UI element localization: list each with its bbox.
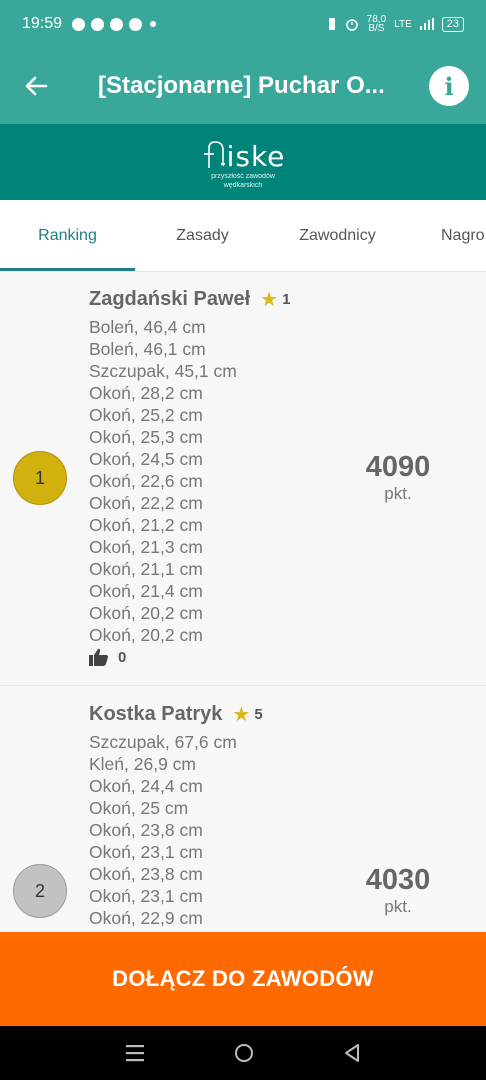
- catch-item: Okoń, 20,2 cm: [89, 603, 203, 623]
- star-count: 1: [282, 291, 291, 308]
- battery-icon: 23: [441, 16, 464, 32]
- tab-bar: Ranking Zasady Zawodnicy Nagro: [0, 200, 486, 272]
- catch-item: Okoń, 24,4 cm: [89, 776, 203, 796]
- catch-item: Szczupak, 45,1 cm: [89, 361, 237, 381]
- menu-icon[interactable]: [124, 1044, 146, 1062]
- alarm-icon: [345, 19, 358, 31]
- ranking-list[interactable]: 1 Zagdański Paweł ★ 1 Boleń, 46,4 cm Bol…: [0, 272, 486, 932]
- brand-tagline-1: przyszłość zawodów: [211, 173, 275, 180]
- score-value: 4030: [365, 864, 431, 896]
- arrow-left-icon: [25, 76, 48, 96]
- tab-nagrody[interactable]: Nagro: [405, 200, 486, 271]
- score: 4090 pkt.: [346, 450, 450, 504]
- score-unit: pkt.: [384, 484, 412, 503]
- chrome-icon: [110, 17, 124, 31]
- catch-item: Okoń, 24,5 cm: [89, 449, 203, 469]
- status-right: 78,0 B/S LTE 23: [327, 14, 464, 34]
- catch-item: Okoń, 28,2 cm: [89, 383, 203, 403]
- tab-zasady[interactable]: Zasady: [135, 200, 270, 271]
- catch-item: Okoń, 21,4 cm: [89, 581, 203, 601]
- page-title: [Stacjonarne] Puchar O...: [98, 72, 385, 99]
- catch-item: Okoń, 20,2 cm: [89, 625, 203, 645]
- info-button[interactable]: i: [429, 66, 469, 106]
- fishing-rod-icon: [203, 141, 225, 168]
- ranking-entry[interactable]: 1 Zagdański Paweł ★ 1 Boleń, 46,4 cm Bol…: [0, 272, 486, 686]
- tab-zawodnicy[interactable]: Zawodnicy: [270, 200, 405, 271]
- catch-item: Okoń, 25,2 cm: [89, 405, 203, 425]
- catch-list: Szczupak, 67,6 cm Kleń, 26,9 cm Okoń, 24…: [89, 731, 237, 929]
- ranking-entry[interactable]: 2 Kostka Patryk ★ 5 Szczupak, 67,6 cm Kl…: [0, 687, 486, 932]
- thumbs-up-icon: [89, 648, 108, 666]
- status-time: 19:59: [22, 15, 63, 32]
- info-icon: i: [444, 71, 454, 101]
- catch-item: Okoń, 23,8 cm: [89, 864, 203, 884]
- catch-item: Okoń, 23,1 cm: [89, 842, 203, 862]
- whatsapp-icon: [72, 17, 86, 31]
- more-notifications-icon: [150, 21, 157, 27]
- catch-item: Okoń, 25 cm: [89, 798, 189, 818]
- competitor-name: Zagdański Paweł ★ 1: [89, 288, 291, 311]
- back-triangle-icon[interactable]: [342, 1043, 362, 1063]
- score-value: 4090: [365, 451, 431, 483]
- rank-badge: 1: [13, 451, 67, 505]
- catch-list: Boleń, 46,4 cm Boleń, 46,1 cm Szczupak, …: [89, 316, 237, 646]
- net-speed: 78,0 B/S: [366, 14, 387, 34]
- network-type: LTE: [394, 18, 412, 30]
- catch-item: Okoń, 21,3 cm: [89, 537, 203, 557]
- catch-item: Okoń, 21,1 cm: [89, 559, 203, 579]
- home-icon[interactable]: [233, 1042, 255, 1064]
- star-count: 5: [254, 706, 263, 723]
- brand-tagline-2: wędkarskich: [223, 182, 263, 189]
- facebook-icon: [91, 17, 105, 31]
- catch-item: Okoń, 23,8 cm: [89, 820, 203, 840]
- notification-icons: [72, 17, 157, 31]
- catch-item: Okoń, 21,2 cm: [89, 515, 203, 535]
- catch-item: Okoń, 23,1 cm: [89, 886, 203, 906]
- catch-item: Szczupak, 67,6 cm: [89, 732, 237, 752]
- like-count: 0: [118, 648, 127, 666]
- catch-item: Boleń, 46,4 cm: [89, 317, 206, 337]
- back-button[interactable]: [0, 48, 72, 124]
- brand-logo: iske: [0, 140, 486, 172]
- messenger-icon: [129, 17, 143, 31]
- catch-item: Kleń, 26,9 cm: [89, 754, 196, 774]
- catch-item: Boleń, 46,1 cm: [89, 339, 206, 359]
- like-button[interactable]: 0: [89, 648, 126, 666]
- score: 4030 pkt.: [346, 863, 450, 917]
- catch-item: Okoń, 25,3 cm: [89, 427, 203, 447]
- brand-banner: iske przyszłość zawodów wędkarskich: [0, 124, 486, 200]
- app-bar: [Stacjonarne] Puchar O... i: [0, 48, 486, 124]
- join-competition-button[interactable]: DOŁĄCZ DO ZAWODÓW: [0, 932, 486, 1026]
- vibrate-icon: [328, 18, 335, 30]
- star-icon: ★: [260, 289, 279, 311]
- rank-badge: 2: [13, 864, 67, 918]
- system-nav-bar: [0, 1026, 486, 1080]
- competitor-name: Kostka Patryk ★ 5: [89, 703, 263, 726]
- score-unit: pkt.: [384, 897, 412, 916]
- catch-item: Okoń, 22,6 cm: [89, 471, 203, 491]
- catch-item: Okoń, 22,2 cm: [89, 493, 203, 513]
- signal-icon: [419, 18, 434, 30]
- catch-item: Okoń, 22,9 cm: [89, 908, 203, 928]
- status-bar: 19:59 78,0 B/S LTE 23: [0, 0, 486, 48]
- star-icon: ★: [232, 704, 251, 726]
- tab-ranking[interactable]: Ranking: [0, 200, 135, 271]
